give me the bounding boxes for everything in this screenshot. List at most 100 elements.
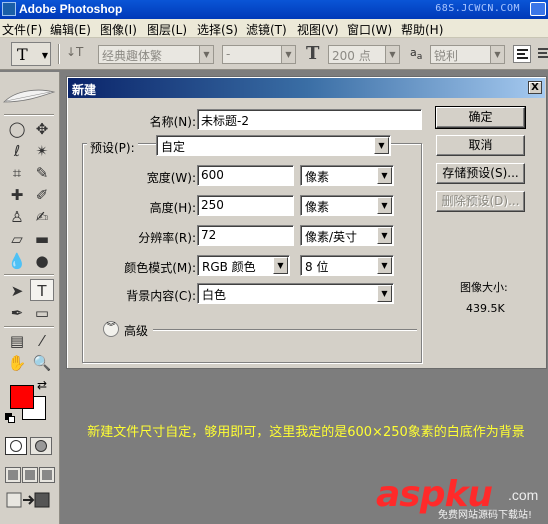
blur-tool-icon[interactable]: 💧 bbox=[5, 250, 29, 272]
chevron-down-icon: ▼ bbox=[41, 51, 48, 60]
align-center-button[interactable] bbox=[535, 45, 548, 63]
chevron-down-icon: ▼ bbox=[281, 46, 295, 63]
chevron-down-icon: ▼ bbox=[377, 197, 392, 214]
height-unit-select[interactable]: 像素 ▼ bbox=[300, 195, 394, 216]
resolution-unit-select[interactable]: 像素/英寸 ▼ bbox=[300, 225, 394, 246]
font-style-select[interactable]: - ▼ bbox=[222, 45, 296, 64]
font-size-value: 200 点 bbox=[332, 49, 371, 63]
chevron-down-icon: ▼ bbox=[490, 46, 504, 63]
menu-help[interactable]: 帮助(H) bbox=[401, 21, 443, 38]
advanced-label[interactable]: 高级 bbox=[124, 322, 148, 339]
name-input[interactable]: 未标题-2 bbox=[197, 109, 422, 130]
app-title-bar: Adobe Photoshop 68S.JCWCN.COM bbox=[0, 0, 548, 19]
options-bar: T ▼ ↓T 经典趣体繁 ▼ - ▼ T 200 点 ▼ aa 锐利 ▼ bbox=[0, 38, 548, 70]
resolution-input[interactable]: 72 bbox=[197, 225, 294, 246]
brush-tool-icon[interactable]: ✐ bbox=[30, 184, 54, 206]
notes-tool-icon[interactable]: ▤ bbox=[5, 330, 29, 352]
antialias-select[interactable]: 锐利 ▼ bbox=[430, 45, 505, 64]
font-family-value: 经典趣体繁 bbox=[102, 49, 163, 63]
lasso-tool-icon[interactable]: ℓ bbox=[5, 140, 29, 162]
image-size-value: 439.5K bbox=[466, 302, 505, 315]
height-label: 高度(H): bbox=[149, 201, 196, 215]
healing-brush-tool-icon[interactable]: ✚ bbox=[5, 184, 29, 206]
chevron-down-icon: ▼ bbox=[377, 227, 392, 244]
gradient-tool-icon[interactable]: ▬ bbox=[30, 228, 54, 250]
menu-filter[interactable]: 滤镜(T) bbox=[246, 21, 287, 38]
color-mode-select[interactable]: RGB 颜色 ▼ bbox=[197, 255, 290, 276]
shape-tool-icon[interactable]: ▭ bbox=[30, 302, 54, 324]
ok-button[interactable]: 确定 bbox=[435, 106, 526, 129]
dialog-title-bar: 新建 X bbox=[68, 78, 545, 98]
chevron-down-icon: ▼ bbox=[377, 285, 392, 302]
move-tool-icon[interactable]: ✥ bbox=[30, 118, 54, 140]
menu-edit[interactable]: 编辑(E) bbox=[50, 21, 91, 38]
background-contents-label: 背景内容(C): bbox=[126, 289, 196, 303]
preset-select[interactable]: 自定 ▼ bbox=[156, 135, 391, 156]
image-size-label: 图像大小: bbox=[460, 281, 508, 294]
save-preset-button[interactable]: 存储预设(S)... bbox=[436, 163, 525, 184]
chevron-down-icon: ▼ bbox=[273, 257, 288, 274]
bit-depth-select[interactable]: 8 位 ▼ bbox=[300, 255, 394, 276]
pen-tool-icon[interactable]: ✒ bbox=[5, 302, 29, 324]
chevron-down-icon: ▼ bbox=[199, 46, 213, 63]
standard-screen-mode-button[interactable] bbox=[5, 467, 21, 483]
bit-depth-value: 8 位 bbox=[305, 260, 329, 274]
cancel-button[interactable]: 取消 bbox=[436, 135, 525, 156]
menu-image[interactable]: 图像(I) bbox=[100, 21, 137, 38]
menu-select[interactable]: 选择(S) bbox=[197, 21, 238, 38]
height-unit-value: 像素 bbox=[305, 200, 330, 214]
full-screen-menu-mode-button[interactable] bbox=[22, 467, 38, 483]
eraser-tool-icon[interactable]: ▱ bbox=[5, 228, 29, 250]
jump-to-imageready-icon[interactable] bbox=[5, 490, 51, 510]
slice-tool-icon[interactable]: ✎ bbox=[30, 162, 54, 184]
tool-preset-picker[interactable]: T ▼ bbox=[11, 42, 51, 66]
align-left-button[interactable] bbox=[513, 45, 531, 63]
minimize-button[interactable] bbox=[530, 2, 546, 16]
dialog-title: 新建 bbox=[72, 83, 97, 97]
preset-value: 自定 bbox=[161, 140, 186, 154]
menu-layer[interactable]: 图层(L) bbox=[147, 21, 187, 38]
history-brush-tool-icon[interactable]: ✍ bbox=[30, 206, 54, 228]
preset-label: 预设(P): bbox=[87, 139, 138, 156]
background-contents-value: 白色 bbox=[202, 288, 227, 302]
app-title: Adobe Photoshop bbox=[19, 2, 123, 16]
width-input[interactable]: 600 bbox=[197, 165, 294, 186]
swap-colors-icon[interactable]: ⇄ bbox=[37, 378, 47, 392]
height-input[interactable]: 250 bbox=[197, 195, 294, 216]
width-unit-select[interactable]: 像素 ▼ bbox=[300, 165, 394, 186]
toolbox: ◯ ✥ ℓ ✴ ⌗ ✎ ✚ ✐ ♙ ✍ ▱ ▬ 💧 ● ➤ T ✒ ▭ ▤ ⁄ … bbox=[0, 72, 60, 524]
separator bbox=[153, 329, 417, 331]
standard-mode-button[interactable] bbox=[5, 437, 27, 455]
dodge-tool-icon[interactable]: ● bbox=[30, 250, 54, 272]
zoom-tool-icon[interactable]: 🔍 bbox=[30, 352, 54, 374]
font-family-select[interactable]: 经典趣体繁 ▼ bbox=[98, 45, 214, 64]
chevron-down-icon: ▼ bbox=[377, 257, 392, 274]
text-orientation-icon[interactable]: ↓T bbox=[66, 45, 83, 59]
new-document-dialog: 新建 X 名称(N): 未标题-2 预设(P): 自定 ▼ 宽度(W): 600… bbox=[66, 76, 547, 369]
menu-window[interactable]: 窗口(W) bbox=[347, 21, 392, 38]
default-colors-icon[interactable] bbox=[5, 413, 15, 423]
clone-stamp-tool-icon[interactable]: ♙ bbox=[5, 206, 29, 228]
magic-wand-tool-icon[interactable]: ✴ bbox=[30, 140, 54, 162]
quick-mask-mode-button[interactable] bbox=[30, 437, 52, 455]
close-button[interactable]: X bbox=[528, 81, 542, 94]
hand-tool-icon[interactable]: ✋ bbox=[5, 352, 29, 374]
expand-advanced-icon[interactable]: ︾ bbox=[103, 321, 119, 337]
type-tool-icon[interactable]: T bbox=[30, 279, 54, 301]
photoshop-logo-icon bbox=[2, 2, 16, 16]
marquee-tool-icon[interactable]: ◯ bbox=[5, 118, 29, 140]
eyedropper-tool-icon[interactable]: ⁄ bbox=[30, 330, 54, 352]
brand-subtitle: 免费网站源码下载站! bbox=[438, 510, 533, 521]
name-label: 名称(N): bbox=[149, 115, 196, 129]
resolution-unit-value: 像素/英寸 bbox=[305, 230, 358, 244]
menu-view[interactable]: 视图(V) bbox=[297, 21, 339, 38]
path-selection-tool-icon[interactable]: ➤ bbox=[5, 280, 29, 302]
foreground-color-swatch[interactable] bbox=[10, 385, 34, 409]
background-contents-select[interactable]: 白色 ▼ bbox=[197, 283, 394, 304]
crop-tool-icon[interactable]: ⌗ bbox=[5, 162, 29, 184]
full-screen-mode-button[interactable] bbox=[39, 467, 55, 483]
menu-file[interactable]: 文件(F) bbox=[2, 21, 42, 38]
separator bbox=[58, 44, 60, 64]
font-size-select[interactable]: 200 点 ▼ bbox=[328, 45, 400, 64]
brand-suffix: .com bbox=[508, 487, 539, 503]
